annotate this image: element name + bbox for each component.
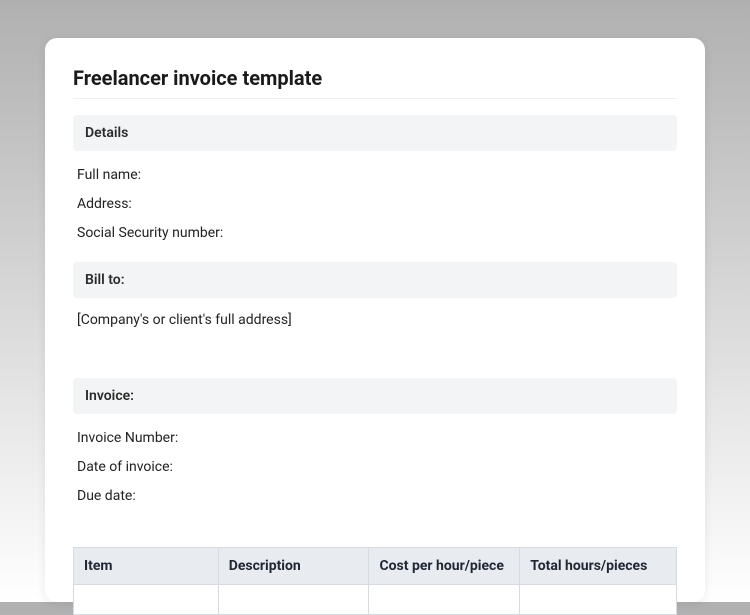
- field-due-date: Due date:: [77, 486, 673, 507]
- field-full-name: Full name:: [77, 165, 673, 186]
- cell-total: [520, 585, 677, 615]
- cell-cost: [369, 585, 520, 615]
- title-divider: [73, 98, 677, 99]
- bill-to-placeholder: [Company's or client's full address]: [73, 312, 677, 336]
- invoice-field-list: Invoice Number: Date of invoice: Due dat…: [73, 428, 677, 507]
- col-header-description: Description: [218, 548, 369, 585]
- table-header-row: Item Description Cost per hour/piece Tot…: [74, 548, 677, 585]
- page-title: Freelancer invoice template: [73, 66, 677, 90]
- cell-item: [74, 585, 219, 615]
- invoice-section-header: Invoice:: [73, 378, 677, 414]
- col-header-item: Item: [74, 548, 219, 585]
- field-ssn: Social Security number:: [77, 223, 673, 244]
- col-header-total: Total hours/pieces: [520, 548, 677, 585]
- field-date-of-invoice: Date of invoice:: [77, 457, 673, 478]
- details-section-header: Details: [73, 115, 677, 151]
- field-address: Address:: [77, 194, 673, 215]
- invoice-document: Freelancer invoice template Details Full…: [45, 38, 705, 602]
- line-items-table: Item Description Cost per hour/piece Tot…: [73, 547, 677, 615]
- col-header-cost: Cost per hour/piece: [369, 548, 520, 585]
- table-row: [74, 585, 677, 615]
- cell-description: [218, 585, 369, 615]
- bill-to-section-header: Bill to:: [73, 262, 677, 298]
- details-field-list: Full name: Address: Social Security numb…: [73, 165, 677, 244]
- field-invoice-number: Invoice Number:: [77, 428, 673, 449]
